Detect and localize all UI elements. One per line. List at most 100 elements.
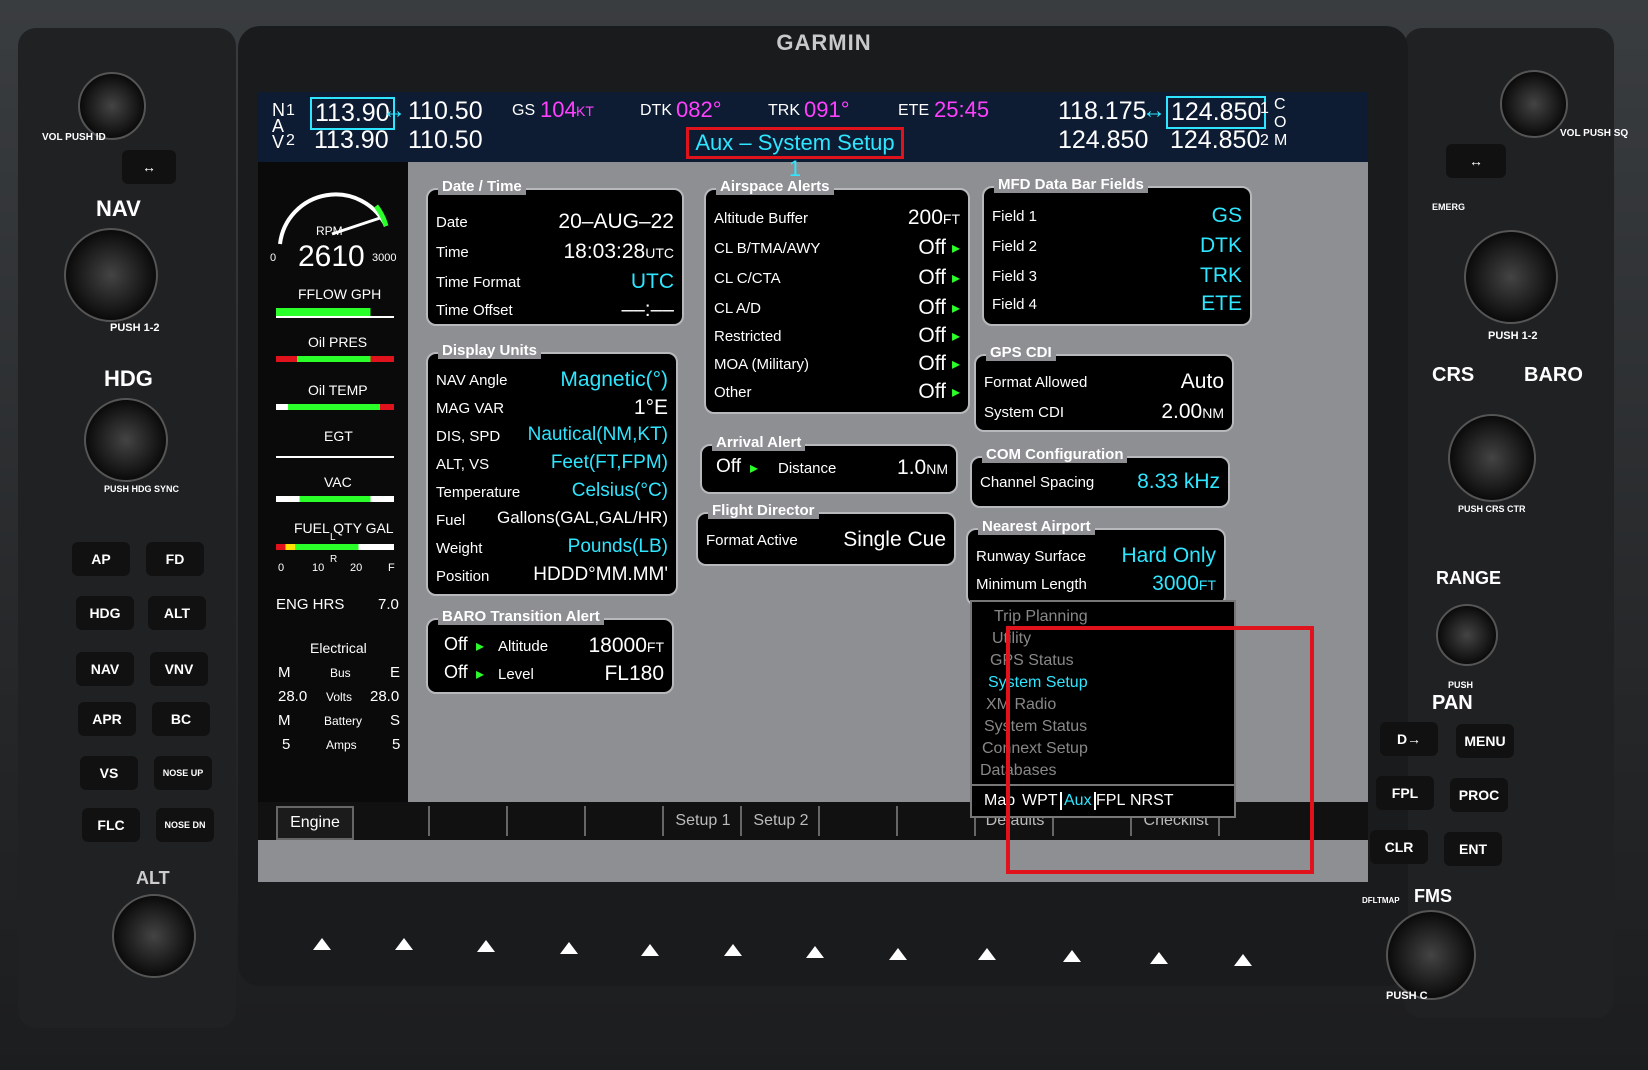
range-knob[interactable] xyxy=(1436,604,1498,666)
softkey-5-arrow[interactable] xyxy=(641,944,659,956)
min-length-row[interactable]: Minimum Length 3000FT xyxy=(968,572,1224,598)
display-unit-row[interactable]: Position HDDD°MM.MM' xyxy=(428,564,676,590)
nav-knob[interactable] xyxy=(64,228,158,322)
display-unit-row[interactable]: MAG VAR 1°E xyxy=(428,396,676,422)
time-format-row[interactable]: Time Format UTC xyxy=(428,270,682,296)
com2-standby-freq[interactable]: 124.850 xyxy=(1170,126,1260,155)
mfd-field-value: GS xyxy=(1211,204,1242,227)
airspace-alert-row[interactable]: Other Off ▸ xyxy=(706,380,968,406)
com1-active-freq[interactable]: 118.175 xyxy=(1058,97,1147,126)
menu-item-trip-planning[interactable]: Trip Planning xyxy=(994,608,1088,626)
fd-button[interactable]: FD xyxy=(146,542,204,576)
com-vol-knob[interactable] xyxy=(1500,70,1568,138)
softkey-10-arrow[interactable] xyxy=(1063,950,1081,962)
display-unit-row[interactable]: DIS, SPD Nautical(NM,KT) xyxy=(428,424,676,450)
flc-button[interactable]: FLC xyxy=(82,808,140,842)
crs-baro-knob[interactable] xyxy=(1448,414,1536,502)
arrival-state[interactable]: Off xyxy=(716,456,741,478)
direct-to-button[interactable]: D→ xyxy=(1380,722,1438,756)
flight-director-row[interactable]: Format Active Single Cue xyxy=(698,528,954,554)
fms-knob[interactable] xyxy=(1386,910,1476,1000)
softkey-9-arrow[interactable] xyxy=(978,948,996,960)
com2-active-freq[interactable]: 124.850 xyxy=(1058,126,1148,155)
altitude-buffer-row[interactable]: Altitude Buffer 200FT xyxy=(706,206,968,232)
nav2-active-freq[interactable]: 113.90 xyxy=(314,126,389,155)
vol-knob[interactable] xyxy=(78,72,146,140)
baro-level-state[interactable]: Off xyxy=(444,662,468,683)
softkey-empty[interactable] xyxy=(510,806,586,836)
softkey-empty[interactable] xyxy=(354,806,430,836)
airspace-alert-row[interactable]: MOA (Military) Off ▸ xyxy=(706,352,968,378)
hdg-knob[interactable] xyxy=(84,398,168,482)
bc-button[interactable]: BC xyxy=(152,702,210,736)
display-unit-row[interactable]: Weight Pounds(LB) xyxy=(428,536,676,562)
menu-button[interactable]: MENU xyxy=(1456,724,1514,758)
display-unit-value: Celsius(°C) xyxy=(571,480,668,501)
softkey-3-arrow[interactable] xyxy=(477,940,495,952)
com-knob[interactable] xyxy=(1464,230,1558,324)
nav-button[interactable]: NAV xyxy=(76,652,134,686)
softkey-6-arrow[interactable] xyxy=(724,944,742,956)
nose-dn-button[interactable]: NOSE DN xyxy=(156,808,214,842)
system-cdi-row[interactable]: System CDI 2.00NM xyxy=(976,400,1232,426)
softkey-empty[interactable] xyxy=(432,806,508,836)
alt-button[interactable]: ALT xyxy=(148,596,206,630)
softkey-engine[interactable]: Engine xyxy=(276,806,354,840)
channel-spacing-row[interactable]: Channel Spacing 8.33 kHz xyxy=(972,470,1228,496)
softkey-8-arrow[interactable] xyxy=(889,948,907,960)
softkey-empty[interactable] xyxy=(822,806,898,836)
display-unit-row[interactable]: NAV Angle Magnetic(°) xyxy=(428,368,676,394)
airspace-alert-row[interactable]: CL A/D Off ▸ xyxy=(706,296,968,322)
softkey-1-arrow[interactable] xyxy=(313,938,331,950)
display-unit-row[interactable]: Fuel Gallons(GAL,GAL/HR) xyxy=(428,508,676,534)
runway-surface-row[interactable]: Runway Surface Hard Only xyxy=(968,544,1224,570)
nose-up-button[interactable]: NOSE UP xyxy=(154,756,212,790)
airspace-alert-value[interactable]: Off xyxy=(918,236,946,260)
mfd-field-row[interactable]: Field 3 TRK xyxy=(984,264,1250,290)
nav1-standby-freq[interactable]: 110.50 xyxy=(408,97,483,126)
airspace-alert-value[interactable]: Off xyxy=(918,380,946,404)
softkey-4-arrow[interactable] xyxy=(560,942,578,954)
softkey-7-arrow[interactable] xyxy=(806,946,824,958)
airspace-alert-row[interactable]: Restricted Off ▸ xyxy=(706,324,968,350)
softkey-2-arrow[interactable] xyxy=(395,938,413,950)
mfd-field-row[interactable]: Field 2 DTK xyxy=(984,234,1250,260)
gps-format-row[interactable]: Format Allowed Auto xyxy=(976,370,1232,396)
airspace-alert-value[interactable]: Off xyxy=(918,266,946,290)
display-unit-row[interactable]: Temperature Celsius(°C) xyxy=(428,480,676,506)
com-swap-button[interactable]: ↔ xyxy=(1446,144,1506,178)
vs-button[interactable]: VS xyxy=(80,756,138,790)
softkey-empty[interactable] xyxy=(588,806,664,836)
mfd-field-row[interactable]: Field 1 GS xyxy=(984,204,1250,230)
airspace-alert-value[interactable]: Off xyxy=(918,352,946,376)
ent-button[interactable]: ENT xyxy=(1444,832,1502,866)
com1-standby-freq[interactable]: 124.850 xyxy=(1166,96,1267,129)
airspace-alert-row[interactable]: CL B/TMA/AWY Off ▸ xyxy=(706,236,968,262)
baro-altitude-row[interactable]: Off ▸ Altitude 18000FT xyxy=(428,634,672,660)
display-unit-row[interactable]: ALT, VS Feet(FT,FPM) xyxy=(428,452,676,478)
hdg-button[interactable]: HDG xyxy=(76,596,134,630)
baro-altitude-state[interactable]: Off xyxy=(444,634,468,655)
time-offset-row[interactable]: Time Offset ––:–– xyxy=(428,298,682,324)
baro-level-row[interactable]: Off ▸ Level FL180 xyxy=(428,662,672,688)
proc-button[interactable]: PROC xyxy=(1450,778,1508,812)
fpl-button[interactable]: FPL xyxy=(1376,776,1434,810)
softkey-12-arrow[interactable] xyxy=(1234,954,1252,966)
airspace-alert-value[interactable]: Off xyxy=(918,324,946,348)
alt-knob[interactable] xyxy=(112,894,196,978)
softkey-empty[interactable] xyxy=(900,806,976,836)
date-row[interactable]: Date 20–AUG–22 xyxy=(428,210,682,236)
nav2-standby-freq[interactable]: 110.50 xyxy=(408,126,483,155)
airspace-alert-row[interactable]: CL C/CTA Off ▸ xyxy=(706,266,968,292)
vnv-button[interactable]: VNV xyxy=(150,652,208,686)
softkey-11-arrow[interactable] xyxy=(1150,952,1168,964)
softkey-setup1[interactable]: Setup 1 xyxy=(666,806,742,836)
mfd-field-row[interactable]: Field 4 ETE xyxy=(984,292,1250,318)
softkey-setup2[interactable]: Setup 2 xyxy=(744,806,820,836)
arrival-row[interactable]: Off ▸ Distance 1.0NM xyxy=(702,456,956,482)
clr-button[interactable]: CLR xyxy=(1370,830,1428,864)
airspace-alert-value[interactable]: Off xyxy=(918,296,946,320)
apr-button[interactable]: APR xyxy=(78,702,136,736)
nav-swap-button[interactable]: ↔ xyxy=(122,150,176,184)
ap-button[interactable]: AP xyxy=(72,542,130,576)
